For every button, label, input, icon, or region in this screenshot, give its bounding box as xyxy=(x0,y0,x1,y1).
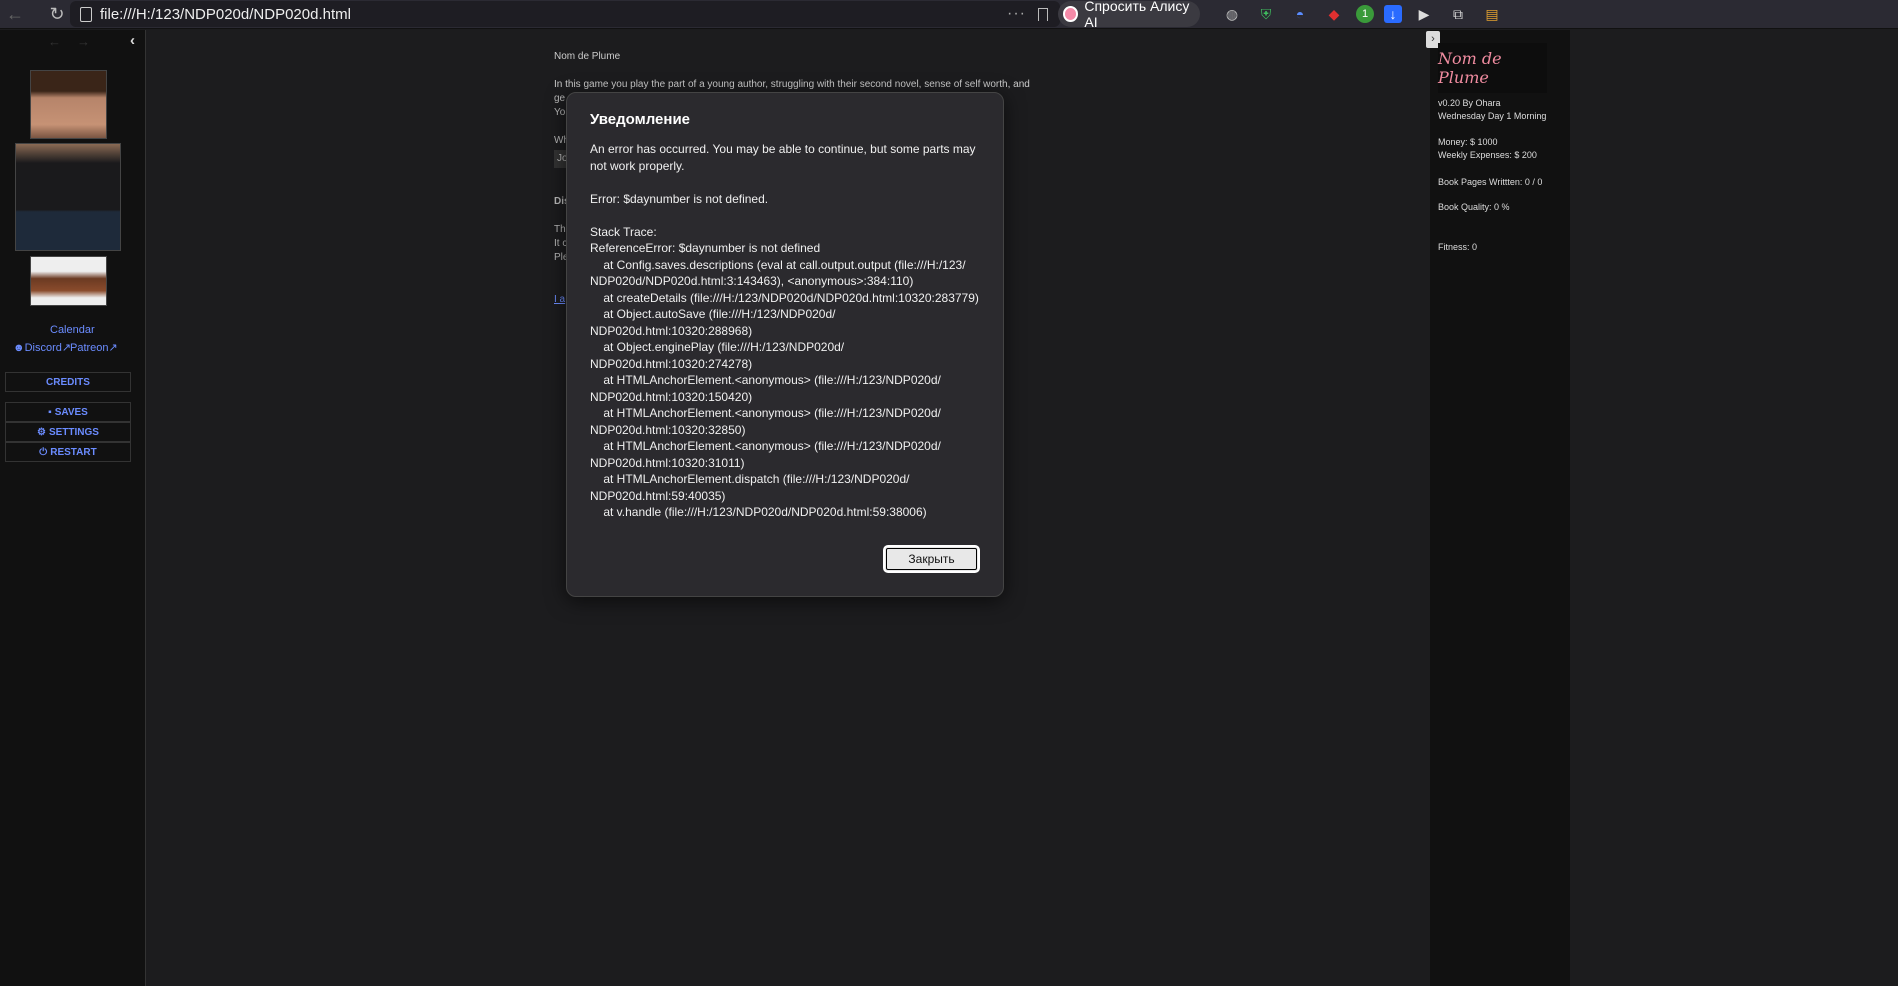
download-icon[interactable]: ↓ xyxy=(1384,5,1402,23)
eye-extension-icon[interactable]: ◓ xyxy=(1288,3,1312,25)
fitness-text: Fitness: 0 xyxy=(1438,242,1478,252)
passage-title: Nom de Plume xyxy=(554,51,621,62)
logo-text: Nom de Plume xyxy=(1438,49,1502,87)
right-sidebar xyxy=(1430,30,1570,986)
patreon-label: Patreon xyxy=(70,342,109,354)
pages-text: Book Pages Writtten: 0 / 0 xyxy=(1438,177,1543,187)
close-button[interactable]: Закрыть xyxy=(883,545,980,573)
dialog-message: An error has occurred. You may be able t… xyxy=(590,142,979,519)
more-options-icon[interactable]: ··· xyxy=(1007,5,1026,23)
money-text: Money: $ 1000 xyxy=(1438,137,1498,147)
restart-label: RESTART xyxy=(50,446,97,458)
saves-label: SAVES xyxy=(54,406,88,418)
bookmark-icon[interactable] xyxy=(1038,7,1048,21)
alice-ai-button[interactable]: Спросить Алису AI xyxy=(1058,0,1200,30)
credits-label: CREDITS xyxy=(46,376,90,388)
credits-button[interactable]: CREDITS xyxy=(5,372,131,392)
power-icon: ⏻ xyxy=(39,446,48,458)
shield-icon[interactable]: ⛨ xyxy=(1254,3,1278,25)
collapse-sidebar-icon[interactable]: ‹ xyxy=(130,32,135,49)
dialog-title: Уведомление xyxy=(590,111,691,128)
settings-button[interactable]: ⚙ SETTINGS xyxy=(5,422,131,442)
passage-intro: In this game you play the part of a youn… xyxy=(554,79,1030,90)
discord-link[interactable]: ☻Discord↗ xyxy=(13,341,71,354)
discord-icon: ☻ xyxy=(13,342,25,354)
character-shoes-image xyxy=(30,256,107,306)
close-label: Закрыть xyxy=(908,552,955,566)
restart-button[interactable]: ⏻ RESTART xyxy=(5,442,131,462)
quality-text: Book Quality: 0 % xyxy=(1438,202,1510,212)
globe-icon[interactable]: ◍ xyxy=(1220,3,1244,25)
external-link-icon: ↗ xyxy=(108,342,118,354)
gear-icon: ⚙ xyxy=(37,426,46,438)
day-text: Wednesday Day 1 Morning xyxy=(1438,111,1547,121)
story-passage: Nom de Plume In this game you play the p… xyxy=(554,50,1034,305)
history-arrows[interactable]: ←→ xyxy=(48,34,106,49)
expenses-text: Weekly Expenses: $ 200 xyxy=(1438,150,1537,160)
passage-fragment: ge xyxy=(554,93,566,104)
url-text[interactable]: file:///H:/123/NDP020d/NDP020d.html xyxy=(100,6,351,23)
red-extension-icon[interactable]: ◆ xyxy=(1322,3,1346,25)
calendar-link[interactable]: Calendar xyxy=(50,324,95,336)
discord-label: Discord xyxy=(24,342,62,354)
alice-label: Спросить Алису AI xyxy=(1084,0,1190,30)
agree-link[interactable]: I a xyxy=(554,293,565,307)
left-sidebar: ←→ ‹ Calendar ☻Discord↗ Patreon↗ CREDITS… xyxy=(0,30,146,986)
back-arrow-icon[interactable]: ← xyxy=(2,1,28,27)
file-icon xyxy=(80,6,92,22)
extension-icons: ◍ ⛨ ◓ ◆ 1 ↓ ▶ ⧉ ▤ xyxy=(1220,3,1504,25)
error-dialog: Уведомление An error has occurred. You m… xyxy=(566,92,1004,597)
media-icon[interactable]: ▶ xyxy=(1412,3,1436,25)
alice-icon xyxy=(1063,6,1079,22)
save-icon: ▪ xyxy=(48,406,52,418)
version-text: v0.20 By Ohara xyxy=(1438,98,1501,108)
settings-label: SETTINGS xyxy=(48,426,99,438)
badge-extension-icon[interactable]: 1 xyxy=(1356,5,1374,23)
character-face-image xyxy=(30,70,107,139)
passage-fragment: Yo xyxy=(554,107,566,118)
saves-button[interactable]: ▪ SAVES xyxy=(5,402,131,422)
character-outfit-image xyxy=(15,143,121,251)
reload-icon[interactable]: ↻ xyxy=(44,1,70,27)
address-bar[interactable]: file:///H:/123/NDP020d/NDP020d.html ··· xyxy=(70,1,1060,27)
game-logo: Nom de Plume xyxy=(1438,43,1547,93)
screenshot-icon[interactable]: ⧉ xyxy=(1446,3,1470,25)
archive-extension-icon[interactable]: ▤ xyxy=(1480,3,1504,25)
patreon-link[interactable]: Patreon↗ xyxy=(70,341,118,354)
browser-toolbar: ← ↻ file:///H:/123/NDP020d/NDP020d.html … xyxy=(0,0,1898,30)
